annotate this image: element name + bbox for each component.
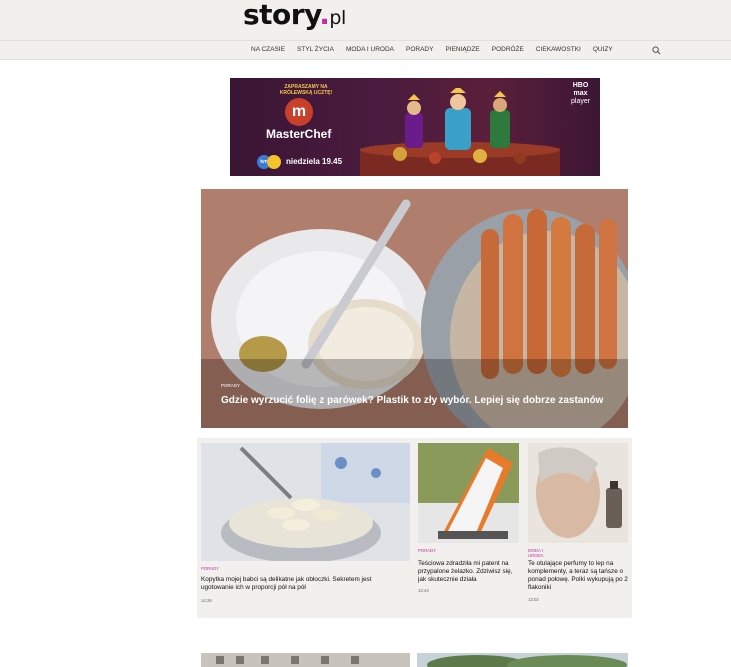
hbo-max-logo: HBO max player (571, 82, 591, 105)
nav-item-na-czasie[interactable]: NA CZASIE (251, 46, 285, 53)
nav-item-porady[interactable]: PORADY (406, 46, 433, 53)
card-category: MODA I URODA (528, 548, 544, 558)
nav-item-moda-i-uroda[interactable]: MODA I URODA (346, 46, 394, 53)
trees-image (417, 653, 628, 667)
ad-brand: MasterChef (266, 127, 332, 141)
nav-item-ciekawostki[interactable]: CIEKAWOSTKI (536, 46, 581, 53)
ad-feast-illustration (360, 88, 560, 176)
hero-category: PORADY (221, 383, 241, 388)
card-category: PORADY (418, 548, 437, 553)
card-time: 14:26 (201, 598, 212, 603)
card-time: 13:44 (418, 588, 429, 593)
building-image (201, 653, 410, 667)
hero-image (201, 189, 628, 428)
main-nav: NA CZASIE STYL ŻYCIA MODA I URODA PORADY… (0, 40, 731, 60)
site-logo[interactable]: story.pl (243, 0, 346, 33)
card-category: PORADY (201, 566, 220, 571)
ad-invite-text: ZAPRASZAMY NA KRÓLEWSKĄ UCZTĘ! (279, 84, 333, 96)
logo-suffix: pl (329, 7, 346, 29)
masterchef-logo: m (285, 98, 313, 126)
tvn-logo-dot (267, 155, 281, 169)
card-time: 13:02 (528, 597, 539, 602)
ad-schedule: niedziela 19.45 (286, 157, 343, 166)
card-image-zelazko (418, 443, 519, 543)
nav-item-podroze[interactable]: PODRÓŻE (492, 46, 524, 53)
article-thumbnail[interactable] (201, 653, 410, 667)
nav-item-pieniadze[interactable]: PIENIĄDZE (445, 46, 479, 53)
hero-article[interactable]: PORADY Gdzie wyrzucić folię z parówek? P… (201, 189, 628, 428)
logo-dot: . (319, 0, 330, 31)
ad-banner[interactable]: ZAPRASZAMY NA KRÓLEWSKĄ UCZTĘ! m MasterC… (230, 78, 600, 176)
nav-item-quizy[interactable]: QUIZY (593, 46, 613, 53)
card-title[interactable]: Te otulające perfumy to lep na komplemen… (528, 560, 630, 592)
card-title[interactable]: Kopytka mojej babci są delikatne jak obł… (201, 576, 401, 592)
nav-item-styl-zycia[interactable]: STYL ŻYCIA (297, 46, 334, 53)
card-title[interactable]: Teściowa zdradziła mi patent na przypalo… (418, 560, 520, 584)
card-image-perfumy (528, 443, 628, 543)
article-cards: PORADY Kopytka mojej babci są delikatne … (197, 438, 632, 618)
site-header: story.pl (0, 0, 731, 40)
logo-text: story (243, 0, 320, 31)
card-image-kopytka (201, 443, 410, 561)
hero-title[interactable]: Gdzie wyrzucić folię z parówek? Plastik … (221, 395, 603, 406)
search-icon[interactable] (652, 46, 661, 55)
article-thumbnail[interactable] (417, 653, 628, 667)
